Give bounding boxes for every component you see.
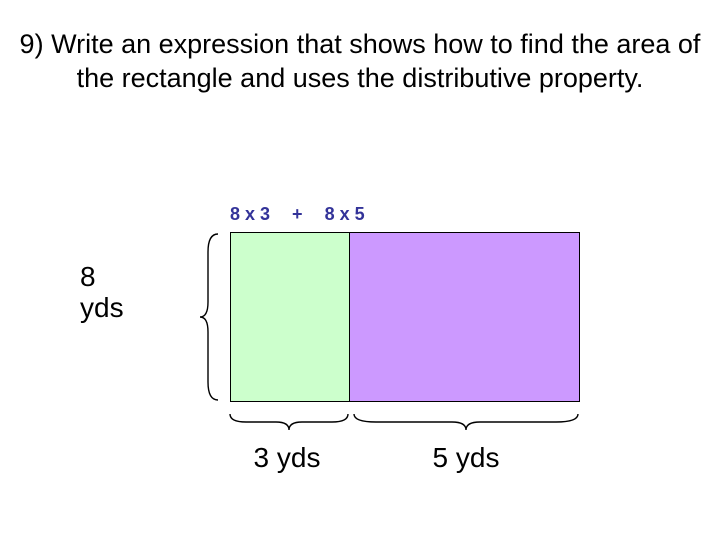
brace-vertical-icon: [198, 232, 224, 402]
height-unit: yds: [80, 292, 124, 323]
rect-part-b: [350, 232, 580, 402]
brace-bottom-b-icon: [352, 408, 580, 434]
width-a-label: 3 yds: [226, 442, 348, 474]
expr-left: 8 x 3: [230, 204, 270, 225]
question-number: 9): [20, 29, 44, 59]
height-label: 8 yds: [80, 262, 124, 324]
width-b-label: 5 yds: [352, 442, 580, 474]
question-body: Write an expression that shows how to fi…: [51, 29, 700, 93]
question-text: 9) Write an expression that shows how to…: [0, 28, 720, 96]
expr-right: 8 x 5: [325, 204, 365, 225]
distributive-expression: 8 x 3 + 8 x 5: [230, 204, 365, 225]
expr-op: +: [292, 204, 303, 225]
brace-bottom-a-icon: [228, 408, 350, 434]
rect-part-a: [230, 232, 350, 402]
rectangle-diagram: [230, 232, 580, 402]
height-value: 8: [80, 261, 96, 292]
